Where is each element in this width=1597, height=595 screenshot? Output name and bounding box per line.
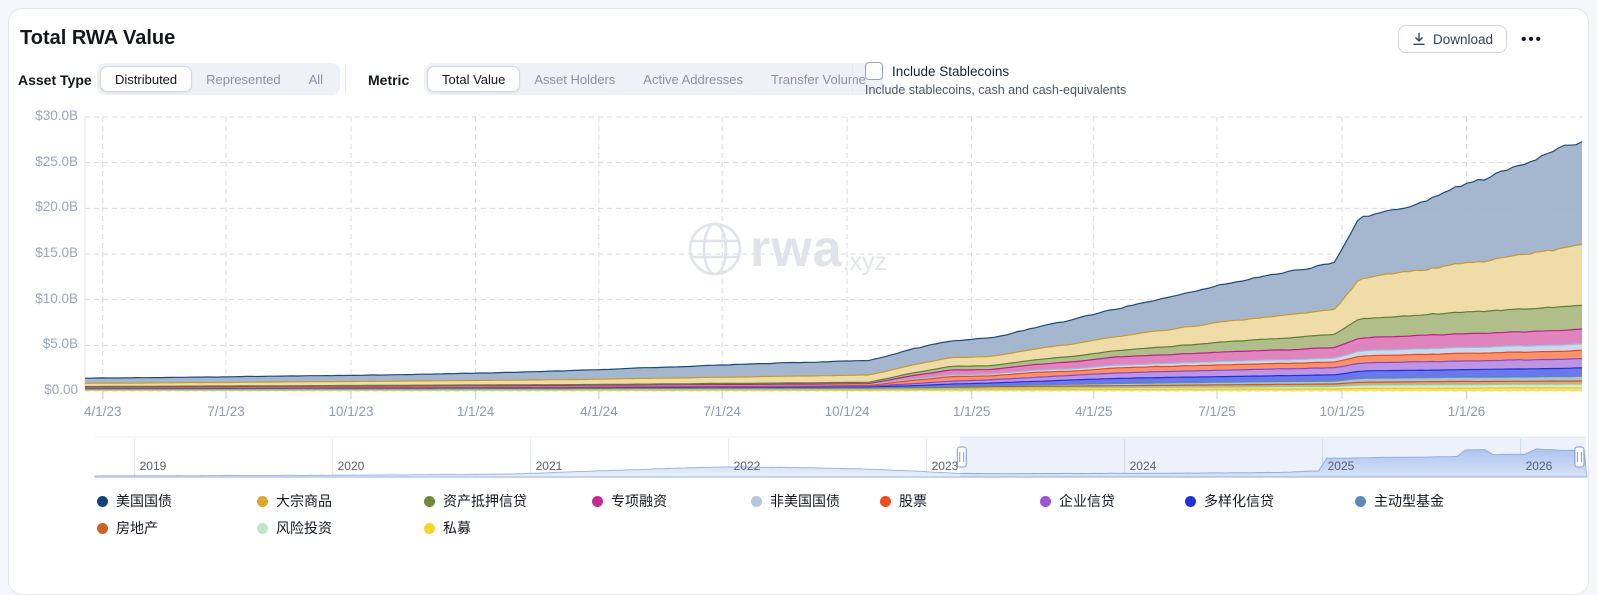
option-active-addresses[interactable]: Active Addresses	[629, 66, 757, 92]
metric-label: Metric	[368, 72, 410, 88]
x-axis-label: 7/1/23	[207, 404, 245, 419]
legend-label: 房地产	[116, 520, 158, 536]
include-stablecoins-checkbox[interactable]	[865, 62, 883, 80]
x-axis-label: 4/1/25	[1074, 404, 1113, 419]
navigator-year-label: 2022	[733, 459, 761, 473]
x-axis-label: 10/1/25	[1319, 404, 1365, 419]
include-stablecoins-caption: Include stablecoins, cash and cash-equiv…	[865, 83, 1127, 97]
divider	[345, 64, 346, 94]
navigator-right-handle[interactable]	[1574, 446, 1585, 468]
legend-dot-icon	[880, 495, 891, 507]
legend-item[interactable]: 资产抵押信贷	[424, 491, 592, 511]
metric-segmented-control: Total Value Asset Holders Active Addresses…	[424, 63, 883, 95]
legend-dot-icon	[1355, 495, 1366, 507]
asset-type-label: Asset Type	[18, 72, 92, 88]
navigator-year-label: 2023	[931, 459, 959, 473]
stacked-area-chart[interactable]: rwa .xyz $30.0B $25.0B $20.0B $15.0B $10.0B $…	[0, 108, 1597, 432]
download-button[interactable]: Download	[1398, 25, 1508, 53]
legend-dot-icon	[97, 522, 108, 534]
option-distributed[interactable]: Distributed	[100, 66, 193, 92]
legend-label: 非美国国债	[770, 493, 840, 509]
legend-label: 专项融资	[611, 493, 667, 509]
legend-dot-icon	[1185, 495, 1196, 507]
legend-label: 美国国债	[116, 493, 172, 509]
legend-item[interactable]: 主动型基金	[1355, 491, 1577, 511]
y-axis-label: $0.00	[44, 382, 78, 397]
legend-label: 资产抵押信贷	[443, 493, 527, 509]
download-icon	[1412, 32, 1426, 46]
download-label: Download	[1433, 31, 1494, 47]
chart-legend: 美国国债 大宗商品 资产抵押信贷 专项融资 非美国国债 股票 企业信贷 多样化信贷 主动型基金房…	[97, 491, 1577, 538]
legend-item[interactable]: 多样化信贷	[1185, 491, 1355, 511]
legend-label: 大宗商品	[276, 493, 332, 509]
navigator-year-label: 2021	[535, 459, 563, 473]
include-stablecoins-label: Include Stablecoins	[892, 63, 1010, 79]
x-axis-label: 1/1/26	[1447, 404, 1486, 419]
legend-item[interactable]: 非美国国债	[751, 491, 880, 511]
x-axis-label: 10/1/23	[328, 404, 374, 419]
navigator-year-label: 2019	[139, 459, 167, 473]
legend-dot-icon	[97, 495, 108, 507]
x-axis-label: 1/1/24	[456, 404, 495, 419]
option-transfer-volume[interactable]: Transfer Volume	[757, 66, 880, 92]
range-navigator[interactable]: 2019 2020 2021 2022 2023 2024 2025 2026	[0, 435, 1597, 481]
option-total-value[interactable]: Total Value	[427, 66, 521, 92]
legend-item[interactable]: 专项融资	[592, 491, 751, 511]
y-axis-label: $30.0B	[35, 108, 78, 123]
legend-dot-icon	[592, 495, 603, 507]
legend-label: 多样化信贷	[1204, 493, 1274, 509]
legend-dot-icon	[424, 522, 435, 534]
legend-item[interactable]: 美国国债	[97, 491, 257, 511]
y-axis-label: $25.0B	[35, 153, 78, 169]
legend-dot-icon	[257, 495, 268, 507]
navigator-year-label: 2024	[1129, 459, 1157, 473]
page-title: Total RWA Value	[20, 27, 176, 49]
x-axis-label: 4/1/24	[580, 404, 618, 419]
option-asset-holders[interactable]: Asset Holders	[520, 66, 629, 92]
legend-label: 企业信贷	[1059, 493, 1115, 509]
navigator-left-handle[interactable]	[956, 446, 967, 468]
legend-item[interactable]: 大宗商品	[257, 491, 424, 511]
option-represented[interactable]: Represented	[192, 66, 294, 92]
navigator-selection[interactable]	[960, 437, 1586, 477]
legend-dot-icon	[1040, 495, 1051, 507]
legend-dot-icon	[424, 495, 435, 507]
legend-item[interactable]: 股票	[880, 491, 1040, 511]
y-axis-label: $10.0B	[35, 290, 78, 306]
legend-dot-icon	[751, 495, 762, 507]
divider	[852, 64, 853, 94]
x-axis-label: 10/1/24	[824, 404, 870, 419]
navigator-year-label: 2026	[1525, 459, 1553, 473]
x-axis-label: 7/1/25	[1198, 404, 1236, 419]
legend-item[interactable]: 风险投资	[257, 518, 424, 538]
y-axis-label: $5.0B	[42, 336, 78, 352]
legend-label: 股票	[899, 493, 927, 509]
navigator-year-label: 2020	[337, 459, 365, 473]
x-axis-label: 1/1/25	[952, 404, 991, 419]
y-axis-label: $15.0B	[35, 245, 78, 260]
legend-label: 主动型基金	[1374, 493, 1444, 509]
rwa-dashboard: { "header": { "title": "Total RWA Value"…	[0, 0, 1597, 595]
navigator-year-label: 2025	[1327, 459, 1355, 473]
include-stablecoins-group: Include Stablecoins Include stablecoins,…	[865, 62, 1126, 97]
more-options-button[interactable]: •••	[1514, 24, 1550, 54]
y-axis-label: $20.0B	[35, 199, 78, 215]
legend-item[interactable]: 企业信贷	[1040, 491, 1185, 511]
x-axis-label: 4/1/23	[83, 404, 122, 419]
legend-label: 风险投资	[276, 520, 332, 536]
chart-canvas	[84, 116, 1583, 399]
legend-item[interactable]: 房地产	[97, 518, 257, 538]
option-all[interactable]: All	[295, 66, 337, 92]
legend-item[interactable]: 私募	[424, 518, 592, 538]
x-axis-label: 7/1/24	[703, 404, 741, 419]
asset-type-segmented-control: Distributed Represented All	[97, 63, 341, 95]
legend-label: 私募	[443, 520, 471, 536]
legend-dot-icon	[257, 522, 268, 534]
navigator-canvas	[94, 436, 1588, 478]
